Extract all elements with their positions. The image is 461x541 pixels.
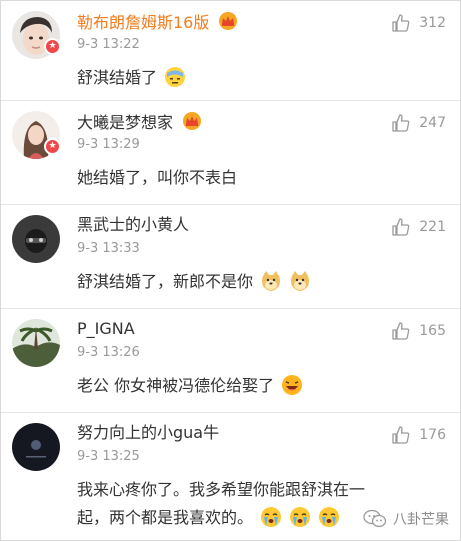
wechat-logo-icon xyxy=(363,509,387,528)
crown-icon xyxy=(219,12,238,30)
crying-emoji-icon xyxy=(319,507,340,527)
username[interactable]: 勒布朗詹姆斯16版 xyxy=(77,11,238,33)
laughing-emoji-icon xyxy=(282,375,303,395)
comment-item: ★ 勒布朗詹姆斯16版 9-3 13:22 舒淇结婚了 312 xyxy=(1,1,460,101)
thumbs-up-icon xyxy=(392,14,410,32)
like-button[interactable]: 312 xyxy=(391,13,446,33)
username[interactable]: 黑武士的小黄人 xyxy=(77,215,189,235)
comment-text: 她结婚了，叫你不表白 xyxy=(77,168,238,187)
crying-emoji-icon xyxy=(290,507,311,527)
username-text: P_IGNA xyxy=(77,319,135,338)
comment-text: 老公 你女神被冯德伦给娶了 xyxy=(77,372,449,400)
thumbs-up-icon xyxy=(392,322,410,340)
username-text: 黑武士的小黄人 xyxy=(77,215,190,234)
timestamp: 9-3 13:33 xyxy=(77,241,140,256)
crown-icon xyxy=(183,112,202,130)
username[interactable]: 努力向上的小gua牛 xyxy=(77,423,219,443)
comment-item: 黑武士的小黄人 9-3 13:33 舒淇结婚了，新郎不是你 221 xyxy=(1,205,460,309)
timestamp: 9-3 13:22 xyxy=(77,37,140,52)
username[interactable]: 大曦是梦想家 xyxy=(77,111,202,133)
thumbs-up-icon xyxy=(392,218,410,236)
doge-emoji-icon xyxy=(291,271,310,291)
comment-text: 舒淇结婚了，新郎不是你 xyxy=(77,268,449,296)
watermark-text: 八卦芒果 xyxy=(393,512,449,528)
timestamp: 9-3 13:25 xyxy=(77,449,140,464)
avatar[interactable] xyxy=(12,423,60,471)
avatar[interactable] xyxy=(12,319,60,367)
comment-text: 舒淇结婚了 xyxy=(77,64,449,92)
like-count: 165 xyxy=(419,323,446,339)
username[interactable]: P_IGNA xyxy=(77,319,135,339)
watermark: 八卦芒果 xyxy=(363,509,449,529)
username-text: 大曦是梦想家 xyxy=(77,113,174,132)
like-button[interactable]: 221 xyxy=(391,217,446,237)
username-text: 勒布朗詹姆斯16版 xyxy=(77,13,210,32)
like-count: 312 xyxy=(419,15,446,31)
like-button[interactable]: 165 xyxy=(391,321,446,341)
sweat-emoji-icon xyxy=(165,67,186,87)
thumbs-up-icon xyxy=(392,426,410,444)
timestamp: 9-3 13:26 xyxy=(77,345,140,360)
username-text: 努力向上的小gua牛 xyxy=(77,423,220,442)
like-count: 247 xyxy=(419,115,446,131)
doge-emoji-icon xyxy=(262,271,281,291)
verified-badge-icon: ★ xyxy=(44,138,61,155)
like-button[interactable]: 247 xyxy=(391,113,446,133)
verified-badge-icon: ★ xyxy=(44,38,61,55)
like-count: 176 xyxy=(419,427,446,443)
thumbs-up-icon xyxy=(392,114,410,132)
comment-item: P_IGNA 9-3 13:26 老公 你女神被冯德伦给娶了 165 xyxy=(1,309,460,413)
like-button[interactable]: 176 xyxy=(391,425,446,445)
avatar[interactable] xyxy=(12,215,60,263)
timestamp: 9-3 13:29 xyxy=(77,137,140,152)
crying-emoji-icon xyxy=(261,507,282,527)
comment-item: ★ 大曦是梦想家 9-3 13:29 她结婚了，叫你不表白 247 xyxy=(1,101,460,205)
like-count: 221 xyxy=(419,219,446,235)
